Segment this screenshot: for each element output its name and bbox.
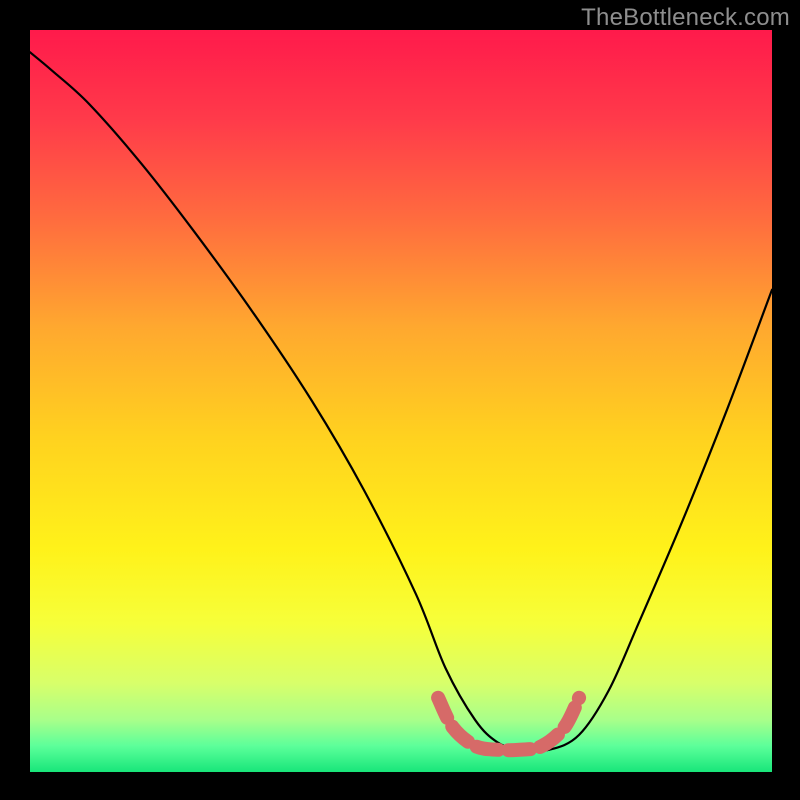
watermark-text: TheBottleneck.com bbox=[581, 4, 790, 32]
chart-svg bbox=[0, 0, 800, 800]
gradient-background bbox=[30, 30, 772, 772]
chart-frame: TheBottleneck.com bbox=[0, 0, 800, 800]
